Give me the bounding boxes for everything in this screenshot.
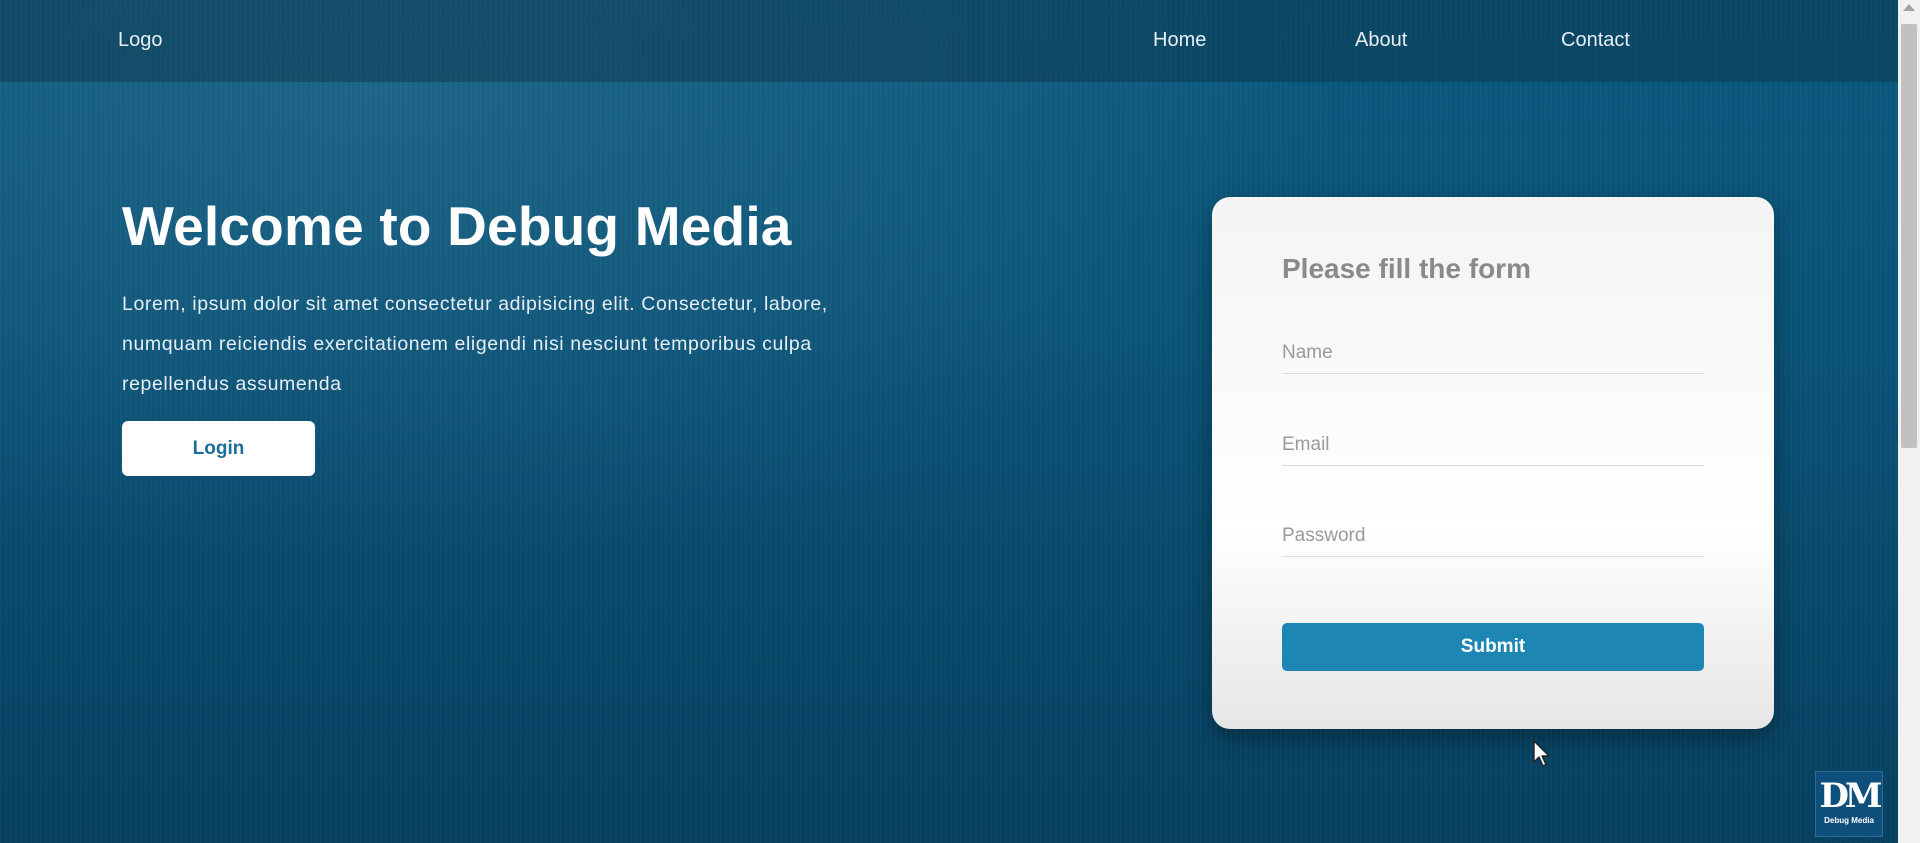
hero-description: Lorem, ipsum dolor sit amet consectetur …	[122, 293, 828, 395]
login-button[interactable]: Login	[122, 421, 315, 476]
navbar: Logo Home About Contact	[0, 0, 1898, 82]
scroll-up-arrow-icon[interactable]	[1903, 4, 1915, 11]
hero-title: Welcome to Debug Media	[122, 195, 792, 257]
email-input[interactable]	[1282, 425, 1704, 466]
password-input[interactable]	[1282, 516, 1704, 557]
mouse-cursor-icon	[1533, 740, 1550, 767]
form-title: Please fill the form	[1282, 253, 1531, 284]
page: Logo Home About Contact Welcome to Debug…	[0, 0, 1898, 843]
nav-link-home[interactable]: Home	[1153, 29, 1206, 52]
vertical-scrollbar[interactable]	[1898, 0, 1920, 843]
watermark-logo-letters: DM	[1819, 776, 1882, 816]
debug-media-watermark: DM Debug Media	[1815, 771, 1883, 837]
name-input[interactable]	[1282, 333, 1704, 374]
nav-link-about[interactable]: About	[1355, 29, 1407, 52]
watermark-text: Debug Media	[1824, 816, 1874, 825]
logo[interactable]: Logo	[118, 29, 163, 52]
scroll-thumb[interactable]	[1901, 24, 1917, 448]
form-card: Please fill the form Submit	[1212, 197, 1774, 729]
nav-link-contact[interactable]: Contact	[1561, 29, 1630, 52]
submit-button[interactable]: Submit	[1282, 623, 1704, 671]
